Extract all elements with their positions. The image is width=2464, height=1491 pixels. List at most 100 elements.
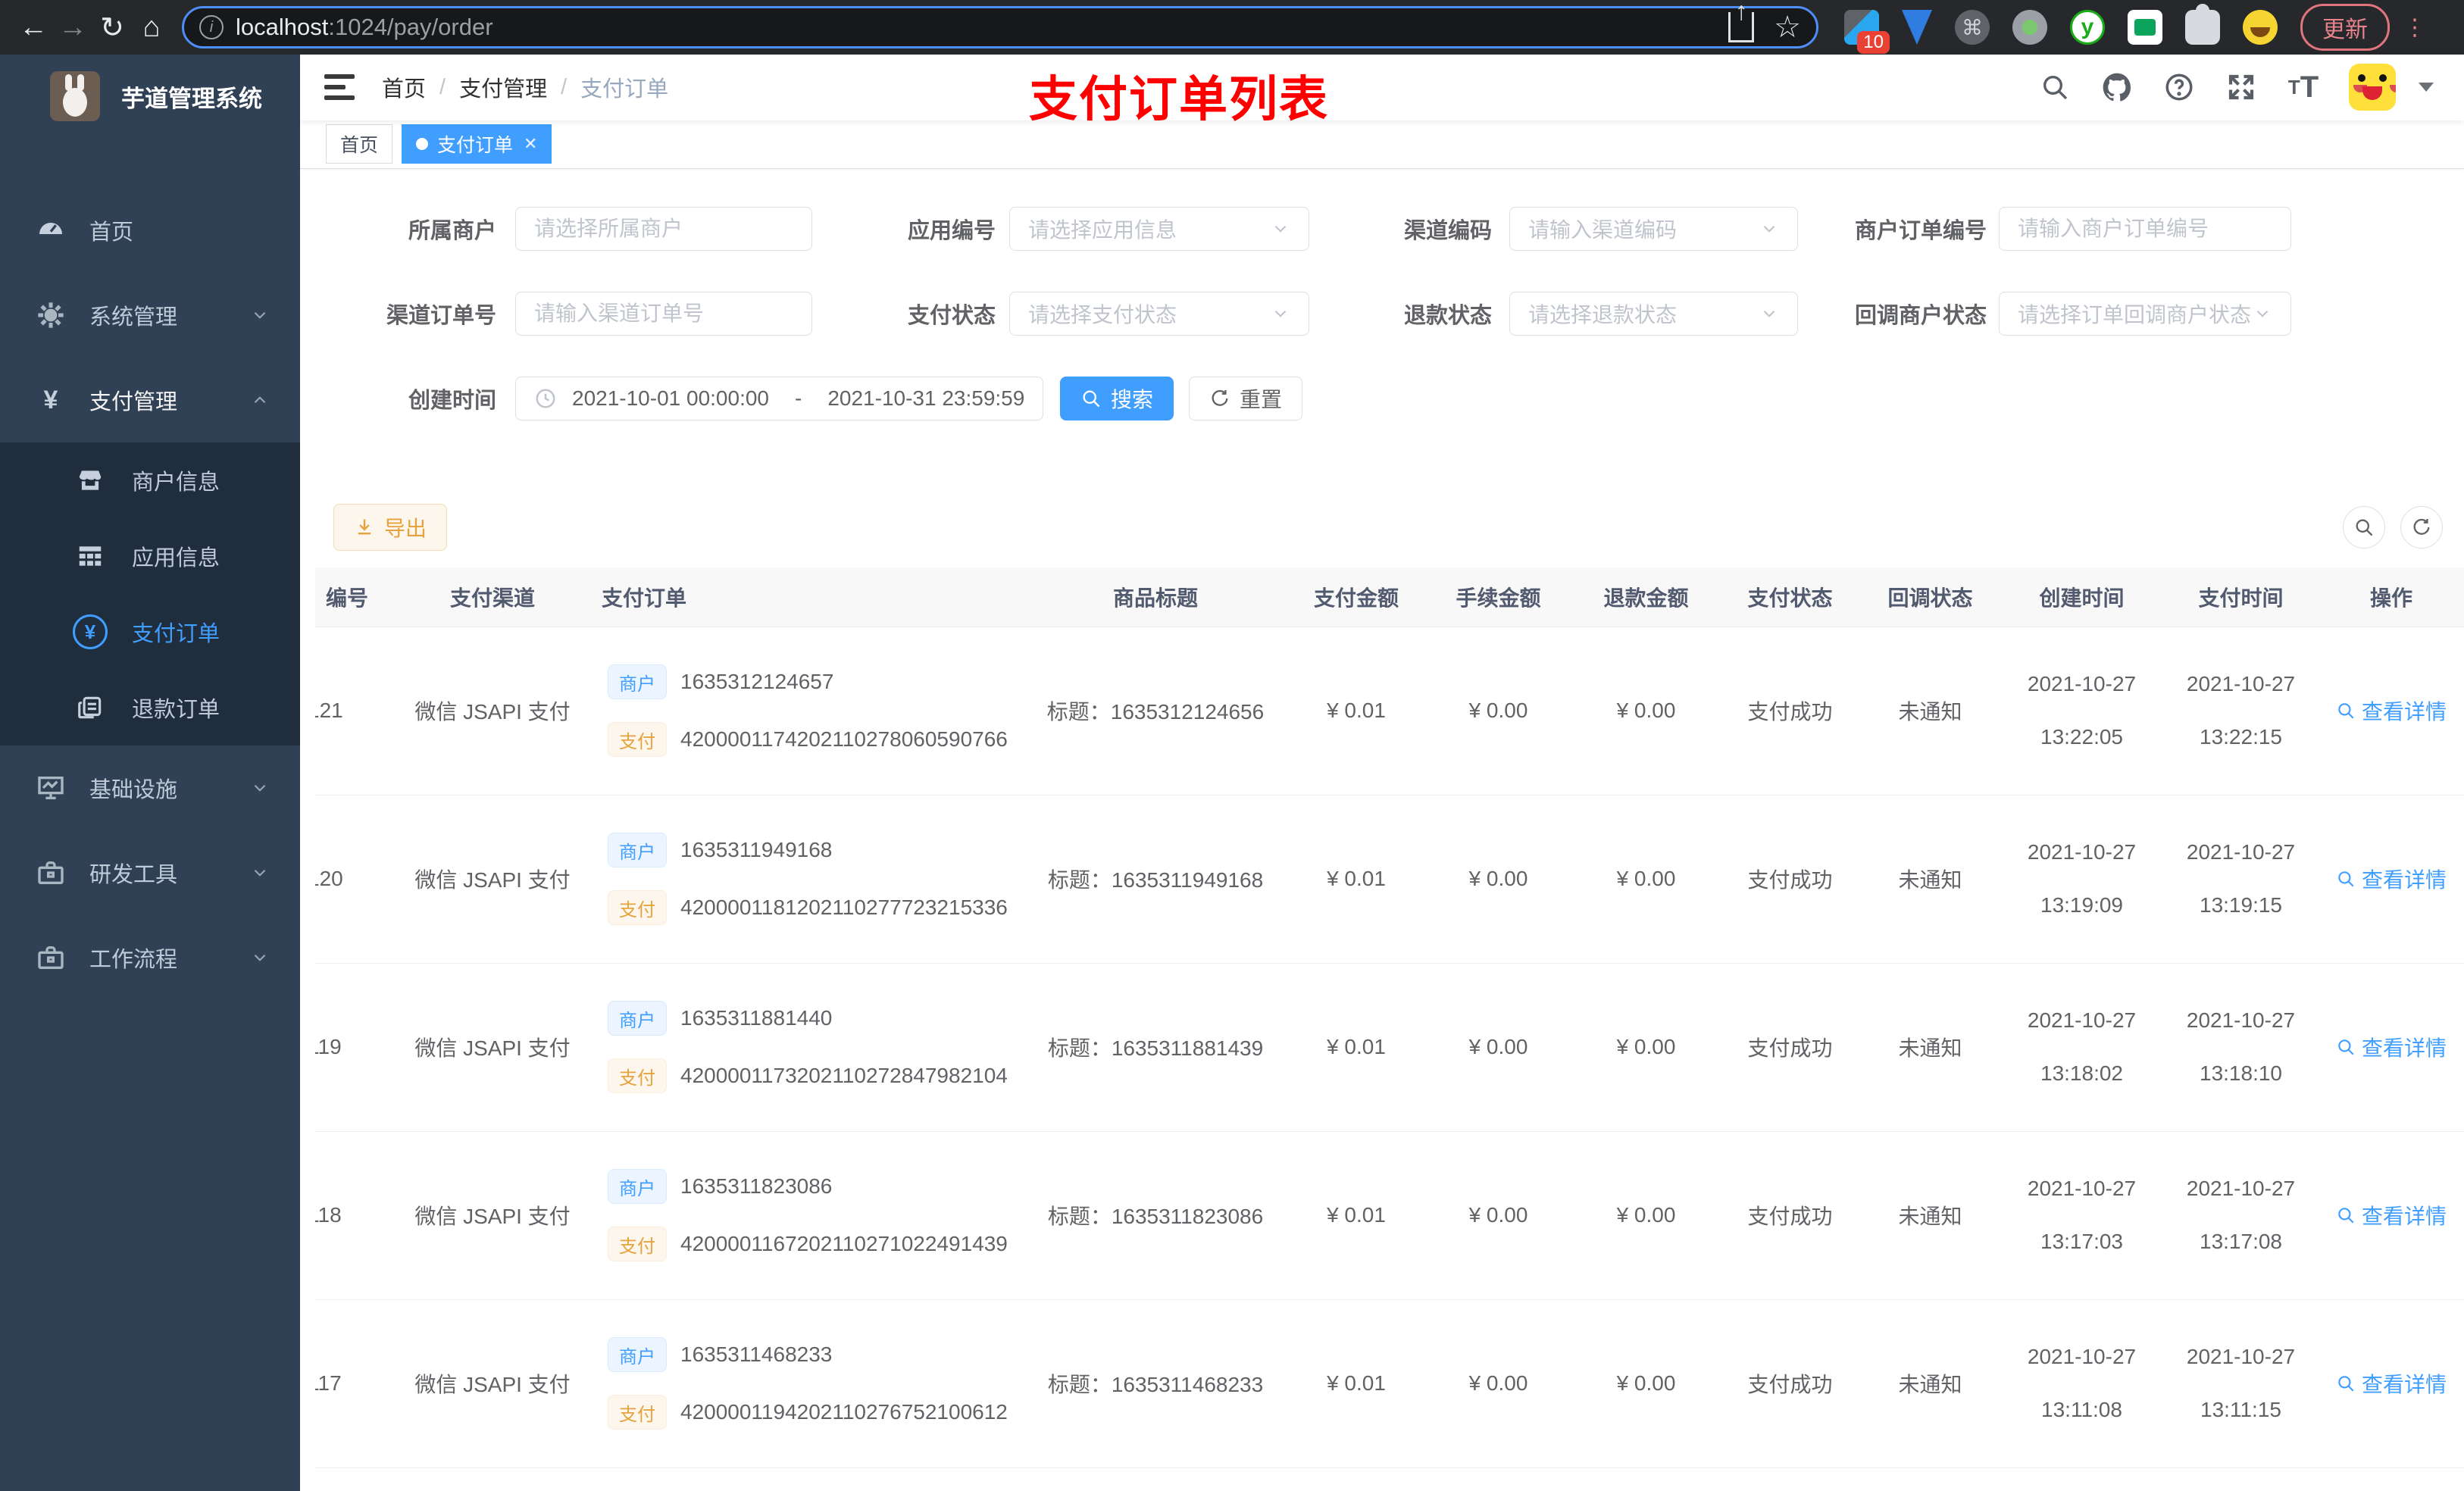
extension-icon[interactable] (2012, 10, 2047, 45)
notify-status: 未通知 (1860, 1299, 2000, 1468)
browser-reload-button[interactable]: ↻ (92, 8, 132, 47)
table-row-partial: 商户1635311451790 (315, 1468, 2464, 1491)
col-id: 编号 (315, 567, 394, 627)
briefcase-icon (32, 942, 70, 973)
product-title: 标题：1635311949168 (1023, 795, 1288, 964)
col-pay-time: 支付时间 (2163, 567, 2319, 627)
view-detail-link[interactable]: 查看详情 (2336, 864, 2447, 894)
merchant-tag: 商户 (608, 1001, 667, 1036)
github-icon[interactable] (2100, 70, 2134, 104)
table-search-toggle-button[interactable] (2343, 506, 2385, 549)
sidebar-item-workflow[interactable]: 工作流程 (0, 915, 300, 1000)
avatar-caret-icon[interactable] (2419, 83, 2434, 92)
refund-status-select[interactable]: 请选择退款状态 (1509, 292, 1798, 336)
merchant-input[interactable] (515, 207, 812, 252)
profile-avatar-icon[interactable] (2243, 10, 2278, 45)
sidebar-item-dev-tools[interactable]: 研发工具 (0, 830, 300, 915)
browser-update-button[interactable]: 更新 (2300, 4, 2390, 51)
merchant-input-field[interactable] (534, 217, 793, 242)
filter-merchant: 所属商户 (300, 207, 812, 252)
merchant-tag: 商户 (608, 664, 667, 700)
search-button[interactable]: 搜索 (1060, 377, 1174, 421)
channel-order-no-field[interactable] (534, 302, 793, 327)
view-detail-link[interactable]: 查看详情 (2336, 695, 2447, 726)
refund-amount: ¥ 0.00 (1572, 1299, 1720, 1468)
sidebar-item-refund-order[interactable]: 退款订单 (0, 670, 300, 746)
channel-order-no: 4200001174202110278060590766 (680, 727, 1008, 752)
yen-circle-icon: ¥ (70, 614, 111, 649)
breadcrumb-home[interactable]: 首页 (382, 71, 426, 103)
app-logo[interactable]: 芋道管理系统 (0, 55, 300, 138)
pay-amount: ¥ 0.01 (1288, 795, 1424, 964)
view-detail-link[interactable]: 查看详情 (2336, 1200, 2447, 1230)
merchant-order-no-input[interactable] (1999, 207, 2291, 252)
sidebar-collapse-icon[interactable] (324, 74, 355, 101)
view-detail-link[interactable]: 查看详情 (2336, 1368, 2447, 1399)
export-button[interactable]: 导出 (333, 504, 448, 552)
sidebar-item-infra[interactable]: 基础设施 (0, 746, 300, 830)
channel-code-select[interactable]: 请输入渠道编码 (1509, 207, 1798, 252)
bookmark-star-icon[interactable]: ☆ (1774, 10, 1801, 45)
sidebar-item-app-info[interactable]: 应用信息 (0, 518, 300, 594)
browser-home-button[interactable]: ⌂ (132, 8, 171, 47)
sidebar-item-system[interactable]: 系统管理 (0, 273, 300, 358)
share-icon[interactable] (1728, 12, 1755, 42)
browser-menu-icon[interactable]: ⋮ (2403, 16, 2426, 39)
store-icon (70, 466, 111, 495)
font-size-icon[interactable]: TT (2287, 70, 2320, 104)
channel-order-no-input[interactable] (515, 292, 812, 336)
help-icon[interactable] (2162, 70, 2196, 104)
filter-app-id: 应用编号 请选择应用信息 (812, 207, 1309, 252)
site-info-icon[interactable]: i (199, 15, 224, 39)
browser-back-button[interactable]: ← (14, 8, 53, 47)
user-avatar[interactable] (2349, 64, 2396, 111)
header-search-icon[interactable] (2038, 70, 2072, 104)
date-start: 2021-10-01 00:00:00 (572, 386, 769, 411)
sidebar-item-merchant-info[interactable]: 商户信息 (0, 442, 300, 518)
gear-icon (32, 300, 70, 330)
toolbox-icon (32, 858, 70, 888)
pay-status: 支付成功 (1720, 1299, 1860, 1468)
page-title-annotation: 支付订单列表 (1029, 72, 1329, 127)
merchant-order-no: 1635311823086 (680, 1174, 833, 1199)
browser-address-bar[interactable]: i localhost:1024/pay/order ☆ (182, 6, 1818, 48)
browser-forward-button[interactable]: → (53, 8, 92, 47)
breadcrumb-current: 支付订单 (580, 77, 669, 102)
channel-order-no: 4200001167202110271022491439 (680, 1232, 1008, 1256)
sidebar-item-payment[interactable]: ¥ 支付管理 (0, 358, 300, 442)
fee-amount: ¥ 0.00 (1424, 1131, 1572, 1300)
table-refresh-button[interactable] (2400, 506, 2443, 549)
app-id-select[interactable]: 请选择应用信息 (1009, 207, 1309, 252)
extension-icon[interactable]: y (2070, 10, 2105, 45)
create-time: 2021-10-27 13:22:05 (2000, 627, 2163, 796)
extension-icon[interactable]: ⌘ (1955, 10, 1990, 45)
reset-button[interactable]: 重置 (1189, 377, 1303, 421)
pay-tag: 支付 (608, 1395, 667, 1430)
col-amount: 支付金额 (1288, 567, 1424, 627)
close-icon[interactable]: ✕ (524, 134, 537, 154)
date-end: 2021-10-31 23:59:59 (827, 386, 1025, 411)
sidebar-item-home[interactable]: 首页 (0, 188, 300, 273)
tab-home[interactable]: 首页 (326, 124, 393, 164)
sidebar: 芋道管理系统 首页 系统管理 ¥ 支付管理 商户信息 应用信息 ¥ 支付订单 退… (0, 55, 300, 1491)
app-title: 芋道管理系统 (121, 85, 262, 112)
order-id: 118 (315, 1203, 342, 1227)
extension-badge: 10 (1857, 30, 1890, 54)
pay-amount: ¥ 0.01 (1288, 1299, 1424, 1468)
pay-status-select[interactable]: 请选择支付状态 (1009, 292, 1309, 336)
extension-icon[interactable] (1902, 10, 1932, 45)
tab-pay-order[interactable]: 支付订单 ✕ (402, 124, 552, 164)
notify-status-select[interactable]: 请选择订单回调商户状态 (1999, 292, 2291, 336)
extension-icon[interactable] (2128, 10, 2162, 45)
table-row: 119 微信 JSAPI 支付 商户 1635311881440 支付 4200… (315, 963, 2464, 1132)
breadcrumb-payment[interactable]: 支付管理 (459, 71, 547, 103)
date-range-picker[interactable]: 2021-10-01 00:00:00 - 2021-10-31 23:59:5… (515, 377, 1043, 421)
chevron-down-icon (250, 778, 270, 798)
sidebar-item-pay-order[interactable]: ¥ 支付订单 (0, 594, 300, 670)
extension-icon[interactable]: 10 (1844, 10, 1890, 54)
view-detail-link[interactable]: 查看详情 (2336, 1032, 2447, 1062)
fullscreen-icon[interactable] (2225, 70, 2258, 104)
merchant-order-no-field[interactable] (2018, 217, 2272, 242)
extensions-puzzle-icon[interactable] (2185, 4, 2220, 45)
pay-amount: ¥ 0.01 (1288, 1131, 1424, 1300)
